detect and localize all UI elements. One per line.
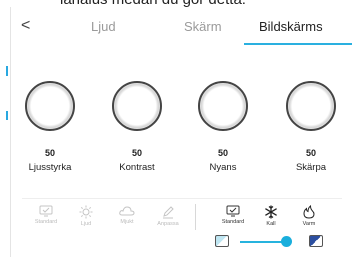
high-contrast-icon[interactable] bbox=[309, 235, 323, 247]
side-accent-marker bbox=[6, 66, 8, 76]
temp-varm-label: Varm bbox=[302, 221, 316, 227]
hue-value: 50 bbox=[217, 148, 228, 158]
sharpness-knob[interactable] bbox=[286, 81, 336, 131]
monitor-check-icon bbox=[226, 205, 240, 217]
temp-kall-button[interactable]: Kall bbox=[251, 205, 291, 227]
mode-anpassa-label: Anpassa bbox=[157, 221, 179, 227]
mode-anpassa-button[interactable]: Anpassa bbox=[148, 205, 188, 227]
temp-kall-label: Kall bbox=[266, 221, 276, 227]
brightness-value: 50 bbox=[44, 148, 55, 158]
sharpness-value: 50 bbox=[305, 148, 316, 158]
mode-divider bbox=[195, 204, 196, 230]
gamma-slider-row bbox=[213, 234, 333, 252]
sharpness-label: Skärpa bbox=[295, 162, 327, 173]
picture-mode-row: Standard Ljud Mjukt Anpassa Standard Kal… bbox=[22, 198, 342, 233]
mode-mjukt-button[interactable]: Mjukt bbox=[107, 205, 147, 225]
contrast-control: 50 Kontrast bbox=[106, 81, 168, 173]
tab-skarm[interactable]: Skärm bbox=[184, 19, 222, 34]
cloud-icon bbox=[119, 206, 135, 216]
gamma-slider-thumb[interactable] bbox=[281, 236, 292, 247]
mode-standard-label: Standard bbox=[34, 219, 58, 225]
hue-control: 50 Nyans bbox=[192, 81, 254, 173]
mode-mjukt-label: Mjukt bbox=[120, 219, 134, 225]
contrast-value: 50 bbox=[131, 148, 142, 158]
side-accent-marker bbox=[6, 111, 8, 120]
brightness-label: Ljusstyrka bbox=[28, 162, 72, 173]
hue-knob[interactable] bbox=[198, 81, 248, 131]
back-button[interactable]: < bbox=[21, 17, 30, 35]
temp-standard-label: Standard bbox=[221, 219, 245, 225]
sun-icon bbox=[79, 205, 93, 219]
contrast-label: Kontrast bbox=[119, 162, 155, 173]
active-tab-indicator bbox=[244, 43, 352, 45]
snowflake-icon bbox=[265, 205, 277, 219]
contrast-knob[interactable] bbox=[112, 81, 162, 131]
low-contrast-icon[interactable] bbox=[215, 235, 229, 247]
mode-ljud-label: Ljud bbox=[80, 221, 92, 227]
temp-varm-button[interactable]: Varm bbox=[289, 205, 329, 227]
brightness-control: 50 Ljusstyrka bbox=[19, 81, 81, 173]
mode-ljud-button[interactable]: Ljud bbox=[66, 205, 106, 227]
brightness-knob[interactable] bbox=[25, 81, 75, 131]
sharpness-control: 50 Skärpa bbox=[280, 81, 342, 173]
monitor-icon bbox=[39, 205, 53, 217]
flame-icon bbox=[303, 205, 315, 219]
tab-bar: < Ljud Skärm Bildskärms bbox=[11, 7, 356, 47]
mode-standard-button[interactable]: Standard bbox=[26, 205, 66, 225]
pencil-icon bbox=[163, 206, 174, 219]
hue-label: Nyans bbox=[209, 162, 237, 173]
temp-standard-button[interactable]: Standard bbox=[213, 205, 253, 225]
tab-ljud[interactable]: Ljud bbox=[91, 19, 116, 34]
tab-bildskarms[interactable]: Bildskärms bbox=[259, 19, 323, 34]
